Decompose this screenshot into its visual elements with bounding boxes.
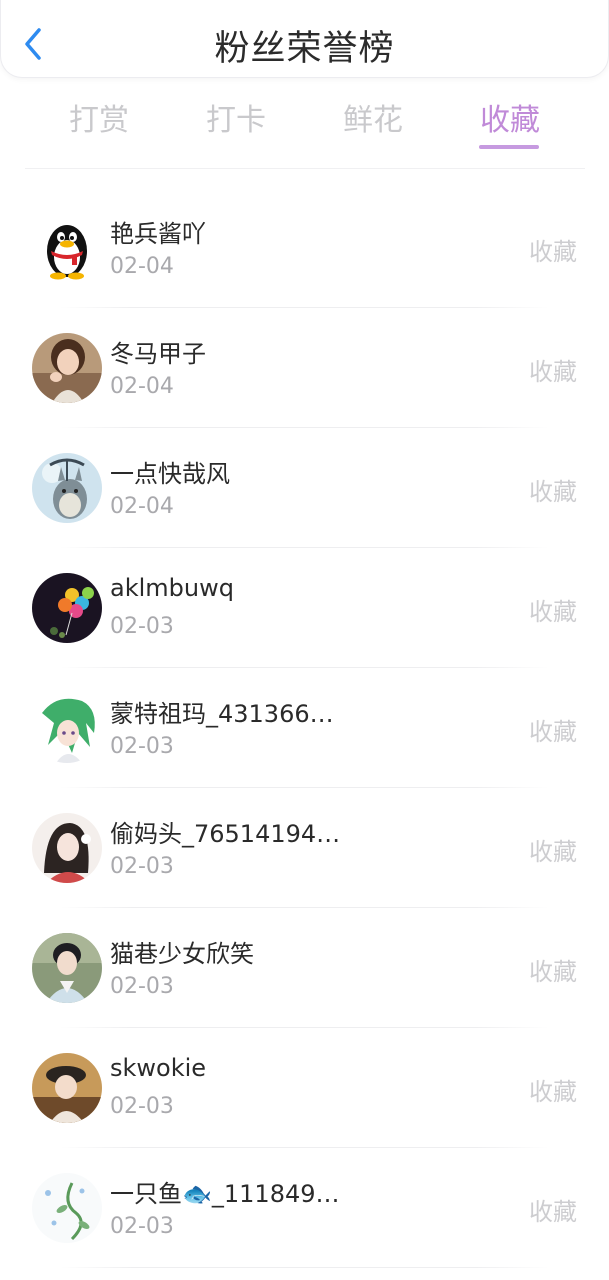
- avatar: [32, 1173, 102, 1243]
- fan-name: skwokie: [110, 1054, 207, 1082]
- list-item[interactable]: 一点快哉风 02-04 收藏: [0, 428, 609, 548]
- list-item[interactable]: 冬马甲子 02-04 收藏: [0, 308, 609, 428]
- tab-flowers[interactable]: 鲜花: [323, 95, 423, 139]
- avatar: [32, 813, 102, 883]
- fan-date: 02-03: [110, 614, 174, 639]
- tabs-divider: [25, 168, 585, 169]
- fan-action-label: 收藏: [529, 358, 577, 386]
- avatar: [32, 213, 102, 283]
- avatar: [32, 693, 102, 763]
- list-item[interactable]: 偷妈头_76514194… 02-03 收藏: [0, 788, 609, 908]
- fan-name: aklmbuwq: [110, 574, 234, 602]
- tab-favorites[interactable]: 收藏: [460, 95, 560, 139]
- fan-action-label: 收藏: [529, 598, 577, 626]
- fan-name: 冬马甲子: [110, 340, 206, 368]
- fan-action-label: 收藏: [529, 238, 577, 266]
- list-item[interactable]: skwokie 02-03 收藏: [0, 1028, 609, 1148]
- fan-action-label: 收藏: [529, 958, 577, 986]
- fan-date: 02-03: [110, 854, 174, 879]
- list-item[interactable]: aklmbuwq 02-03 收藏: [0, 548, 609, 668]
- list-item[interactable]: 一只鱼🐟_111849… 02-03 收藏: [0, 1148, 609, 1268]
- fan-name: 一点快哉风: [110, 460, 230, 488]
- list-item[interactable]: 艳兵酱吖 02-04 收藏: [0, 188, 609, 308]
- fan-action-label: 收藏: [529, 718, 577, 746]
- fan-date: 02-04: [110, 254, 174, 279]
- tab-checkin[interactable]: 打卡: [186, 95, 286, 139]
- fan-action-label: 收藏: [529, 1078, 577, 1106]
- fan-date: 02-04: [110, 494, 174, 519]
- tab-bar: 打赏 打卡 鲜花 收藏: [30, 90, 579, 168]
- fan-name: 猫巷少女欣笑: [110, 940, 254, 968]
- tab-reward[interactable]: 打赏: [49, 95, 149, 139]
- list-item[interactable]: 猫巷少女欣笑 02-03 收藏: [0, 908, 609, 1028]
- avatar: [32, 453, 102, 523]
- list-item[interactable]: 蒙特祖玛_431366… 02-03 收藏: [0, 668, 609, 788]
- fan-date: 02-03: [110, 734, 174, 759]
- fan-date: 02-04: [110, 374, 174, 399]
- avatar: [32, 933, 102, 1003]
- fan-date: 02-03: [110, 1214, 174, 1239]
- fan-date: 02-03: [110, 1094, 174, 1119]
- avatar: [32, 1053, 102, 1123]
- fan-name: 偷妈头_76514194…: [110, 820, 341, 848]
- avatar: [32, 573, 102, 643]
- fan-name: 艳兵酱吖: [110, 220, 206, 248]
- fan-name: 蒙特祖玛_431366…: [110, 700, 334, 728]
- row-divider: [60, 1267, 549, 1268]
- avatar: [32, 333, 102, 403]
- fan-action-label: 收藏: [529, 838, 577, 866]
- top-bar: 粉丝荣誉榜: [0, 0, 609, 78]
- fan-name: 一只鱼🐟_111849…: [110, 1180, 340, 1208]
- page-title: 粉丝荣誉榜: [214, 29, 395, 69]
- fan-list: 艳兵酱吖 02-04 收藏 冬马甲子 02-04 收藏 一点快哉风 02-04 …: [0, 188, 609, 1268]
- fan-action-label: 收藏: [529, 478, 577, 506]
- fan-action-label: 收藏: [529, 1198, 577, 1226]
- qq-penguin-icon: [32, 213, 102, 283]
- fan-date: 02-03: [110, 974, 174, 999]
- active-tab-indicator: [479, 145, 539, 149]
